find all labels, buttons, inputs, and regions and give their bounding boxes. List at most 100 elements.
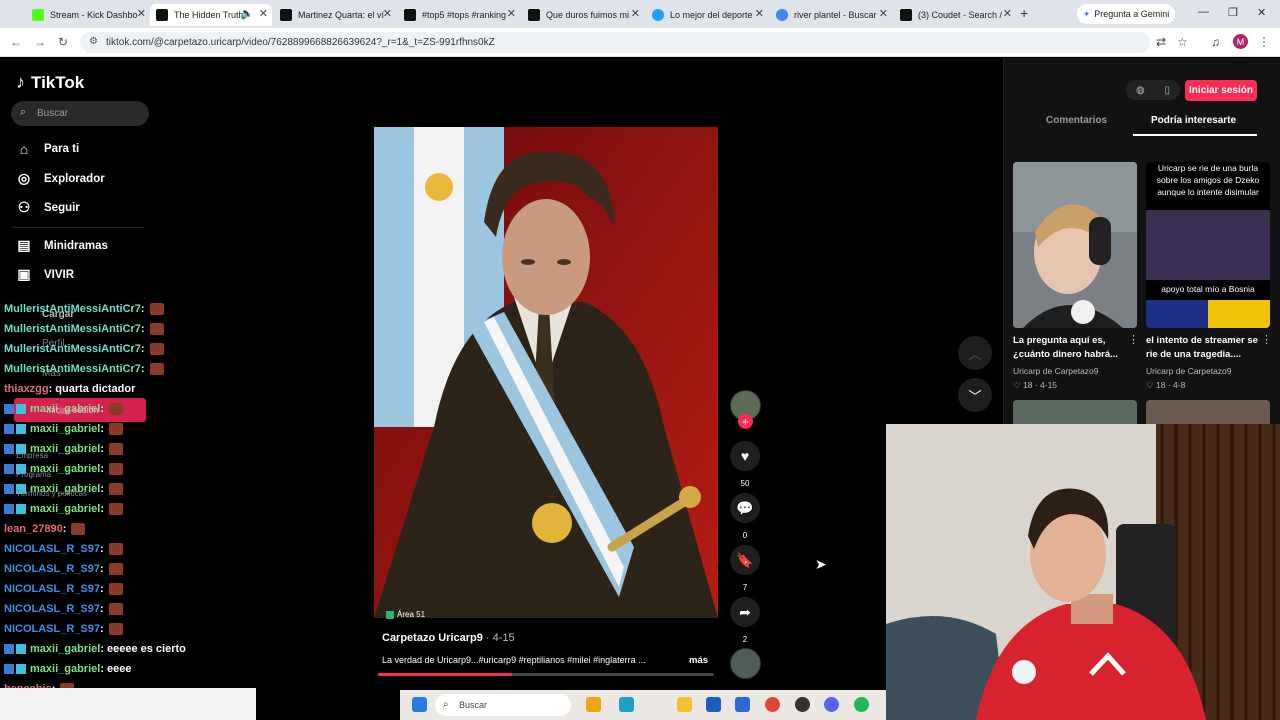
profile-avatar[interactable]: M: [1233, 34, 1248, 49]
chat-username[interactable]: maxii_gabriel: [30, 423, 100, 435]
reload-icon[interactable]: ↻: [58, 35, 68, 49]
chat-username[interactable]: NICOLASL_R_S97: [4, 623, 100, 635]
forward-icon[interactable]: →: [34, 35, 46, 49]
minimize-icon[interactable]: —: [1198, 6, 1209, 18]
like-button[interactable]: ♥ 50: [730, 441, 760, 488]
chat-username[interactable]: NICOLASL_R_S97: [4, 603, 100, 615]
browser-tab-active[interactable]: The Hidden Truth 🔈 ✕: [150, 4, 272, 26]
taskbar-search[interactable]: ⌕ Buscar: [435, 694, 571, 716]
chat-username[interactable]: NICOLASL_R_S97: [4, 583, 100, 595]
music-disc-avatar[interactable]: [730, 648, 761, 679]
nav-item-para-ti[interactable]: ⌂ Para ti: [16, 141, 79, 157]
nav-item-minidramas[interactable]: ▤ Minidramas: [16, 237, 108, 254]
spotify-icon[interactable]: [854, 697, 869, 712]
browser-tab[interactable]: Stream - Kick Dashbo ✕: [26, 4, 150, 26]
chat-username[interactable]: NICOLASL_R_S97: [4, 563, 100, 575]
card-author[interactable]: Uricarp de Carpetazo9: [1146, 366, 1232, 376]
chat-username[interactable]: maxii_gabriel: [30, 503, 100, 515]
heart-icon: ♥: [730, 441, 760, 471]
gemini-button[interactable]: ✦ Pregunta a Gemini: [1077, 4, 1175, 24]
windows-start-icon[interactable]: [412, 697, 427, 712]
chat-username[interactable]: NICOLASL_R_S97: [4, 543, 100, 555]
bookmark-star-icon[interactable]: ☆: [1177, 35, 1188, 49]
coin-icon[interactable]: ◍: [1136, 85, 1145, 96]
video-thumbnail[interactable]: [1013, 162, 1137, 328]
video-thumbnail[interactable]: [1146, 400, 1270, 424]
close-icon[interactable]: ✕: [755, 7, 764, 20]
browser-tab[interactable]: Que duros fuimos mi ✕: [522, 4, 644, 26]
copilot-icon[interactable]: [586, 697, 601, 712]
save-button[interactable]: 🔖 7: [730, 545, 760, 592]
store-icon[interactable]: [706, 697, 721, 712]
chat-separator: :: [140, 303, 145, 315]
card-title[interactable]: el intento de streamer se rie de una tra…: [1146, 334, 1262, 362]
card-title[interactable]: La pregunta aquí es, ¿cuánto dinero habr…: [1013, 334, 1129, 362]
browser-tab[interactable]: (3) Coudet - Search / ✕: [894, 4, 1016, 26]
chat-message: maxii_gabriel : eeeee es cierto: [4, 640, 186, 658]
video-thumbnail[interactable]: [1013, 400, 1137, 424]
chat-username[interactable]: maxii_gabriel: [30, 643, 100, 655]
video-thumbnail[interactable]: Uricarp se rie de una burla sobre los am…: [1146, 162, 1270, 328]
more-options-icon[interactable]: ⋮: [1261, 333, 1272, 346]
scroll-down-button[interactable]: ﹀: [958, 378, 992, 412]
new-tab-button[interactable]: +: [1020, 5, 1028, 21]
close-icon[interactable]: ✕: [137, 7, 146, 20]
file-explorer-icon[interactable]: [677, 697, 692, 712]
search-placeholder: Buscar: [37, 108, 69, 119]
menu-icon[interactable]: ⋮: [1258, 35, 1270, 49]
footer-programa[interactable]: Programa: [16, 470, 51, 479]
more-options-icon[interactable]: ⋮: [1128, 333, 1139, 346]
chrome-icon[interactable]: [765, 697, 780, 712]
scroll-up-button[interactable]: ︿: [958, 336, 992, 370]
close-icon[interactable]: ✕: [259, 7, 268, 20]
maximize-icon[interactable]: ❐: [1228, 6, 1238, 19]
discord-icon[interactable]: [824, 697, 839, 712]
tiktok-logo[interactable]: ♪ TikTok: [16, 72, 84, 93]
video-progress-bar[interactable]: [378, 673, 714, 676]
nav-item-vivir[interactable]: ▣ VIVIR: [16, 266, 74, 283]
video-player[interactable]: [374, 127, 718, 618]
window-close-icon[interactable]: ✕: [1257, 6, 1266, 19]
more-button[interactable]: más: [689, 655, 708, 666]
close-icon[interactable]: ✕: [879, 7, 888, 20]
chat-text: eeeee es cierto: [107, 643, 186, 655]
card-author[interactable]: Uricarp de Carpetazo9: [1013, 366, 1099, 376]
login-button[interactable]: Iniciar sesión: [1185, 80, 1257, 101]
tab-comentarios[interactable]: Comentarios: [1046, 115, 1107, 126]
footer-terminos[interactable]: Términos y políticas: [16, 489, 87, 498]
close-icon[interactable]: ✕: [631, 7, 640, 20]
footer-empresa[interactable]: Empresa: [16, 451, 48, 460]
media-controls-icon[interactable]: ♫: [1211, 35, 1220, 49]
obs-icon[interactable]: [795, 697, 810, 712]
chat-username[interactable]: lean_27890: [4, 523, 63, 535]
browser-tab[interactable]: Lo mejor del deporte ✕: [646, 4, 768, 26]
chat-username[interactable]: maxii_gabriel: [30, 663, 100, 675]
comment-button[interactable]: 💬 0: [730, 493, 760, 540]
browser-tab[interactable]: river plantel - Buscar ✕: [770, 4, 892, 26]
url-field[interactable]: ⚙ tiktok.com/@carpetazo.uricarp/video/76…: [80, 32, 1150, 53]
speaker-icon[interactable]: 🔈: [240, 7, 254, 20]
tab-podria-interesarte[interactable]: Podría interesarte: [1151, 115, 1236, 126]
edge-icon[interactable]: [619, 697, 634, 712]
translate-icon[interactable]: ⇄: [1156, 35, 1166, 49]
search-input[interactable]: ⌕ Buscar: [11, 101, 149, 126]
chat-username[interactable]: MulleristAntiMessiAntiCr7: [4, 323, 141, 335]
close-icon[interactable]: ✕: [1003, 7, 1012, 20]
chat-username[interactable]: thiaxzgg: [4, 383, 49, 395]
mail-icon[interactable]: [735, 697, 750, 712]
browser-tab[interactable]: Martinez Quarta: el ví ✕: [274, 4, 396, 26]
chat-username[interactable]: MulleristAntiMessiAntiCr7: [4, 363, 141, 375]
chat-username[interactable]: MulleristAntiMessiAntiCr7: [4, 343, 141, 355]
site-info-icon[interactable]: ⚙: [89, 36, 98, 47]
browser-tab[interactable]: #top5 #tops #ranking ✕: [398, 4, 520, 26]
device-icon[interactable]: ▯: [1165, 85, 1171, 96]
share-button[interactable]: ➦ 2: [730, 597, 760, 644]
close-icon[interactable]: ✕: [507, 7, 516, 20]
nav-item-explorador[interactable]: ◎ Explorador: [16, 170, 105, 187]
video-author[interactable]: Carpetazo Uricarp9 · 4-15: [382, 632, 515, 644]
close-icon[interactable]: ✕: [383, 7, 392, 20]
chat-username[interactable]: MulleristAntiMessiAntiCr7: [4, 303, 141, 315]
back-icon[interactable]: ←: [10, 35, 22, 49]
nav-item-seguir[interactable]: ⚇ Seguir: [16, 199, 80, 216]
follow-plus-icon[interactable]: +: [738, 414, 753, 429]
